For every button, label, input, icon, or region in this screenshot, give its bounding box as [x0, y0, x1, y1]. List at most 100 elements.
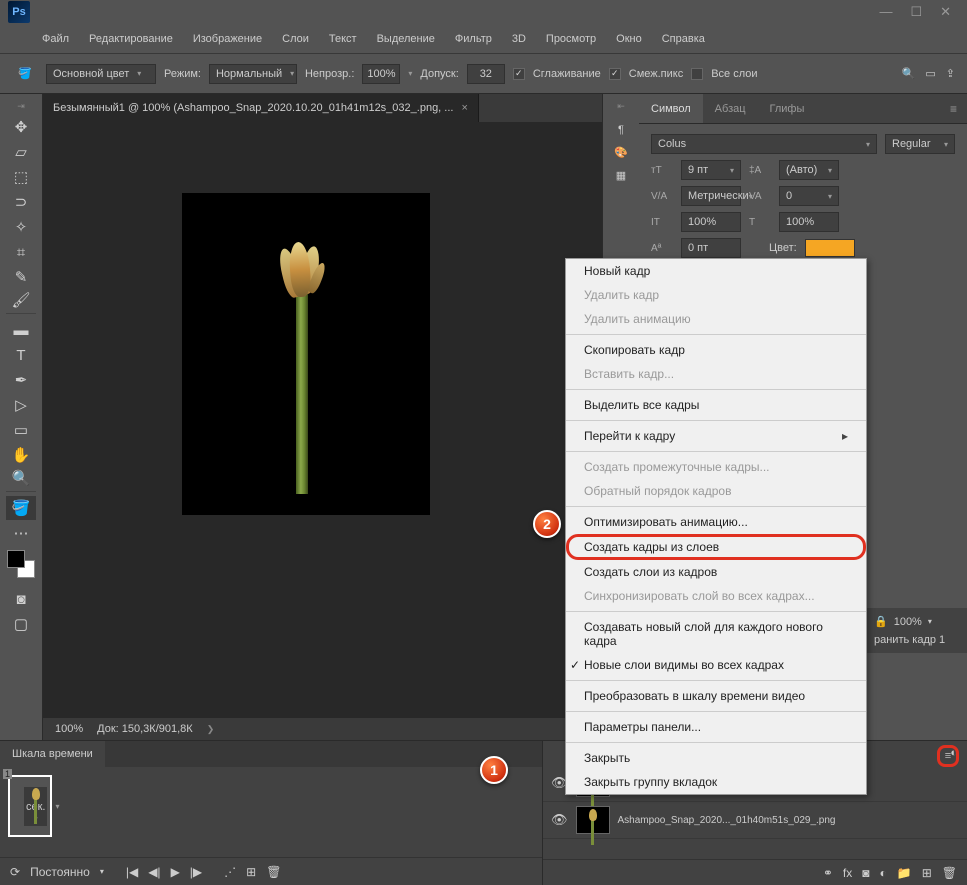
visibility-icon[interactable]: 👁	[551, 812, 568, 828]
opacity-input[interactable]: 100%	[362, 64, 400, 84]
menu-item[interactable]: Создавать новый слой для каждого нового …	[566, 615, 866, 653]
close-icon[interactable]: ✕	[940, 4, 951, 20]
close-tab-icon[interactable]: ×	[461, 102, 467, 114]
menu-text[interactable]: Текст	[321, 29, 365, 49]
menu-help[interactable]: Справка	[654, 29, 713, 49]
new-frame-icon[interactable]: ⊞	[246, 865, 256, 879]
lasso-tool[interactable]: ⊃	[6, 190, 36, 214]
menu-item[interactable]: Преобразовать в шкалу времени видео	[566, 684, 866, 708]
search-icon[interactable]: 🔍	[902, 67, 916, 80]
timeline-menu-button[interactable]: ≡	[937, 745, 959, 767]
hand-tool[interactable]: ✋	[6, 443, 36, 467]
loop-icon[interactable]: ⟳	[10, 865, 20, 879]
menu-item[interactable]: Перейти к кадру	[566, 424, 866, 448]
eyedropper-tool[interactable]: ✎	[6, 265, 36, 289]
delete-layer-icon[interactable]: 🗑	[942, 866, 957, 880]
menu-item[interactable]: Скопировать кадр	[566, 338, 866, 362]
brush-tool[interactable]: 🖌	[6, 290, 36, 314]
crop-tool[interactable]: ⌗	[6, 240, 36, 264]
menu-select[interactable]: Выделение	[369, 29, 443, 49]
share-icon[interactable]: ⇪	[946, 67, 955, 80]
marquee-tool[interactable]: ⬚	[6, 165, 36, 189]
delete-frame-icon[interactable]: 🗑	[266, 865, 281, 879]
menu-layers[interactable]: Слои	[274, 29, 317, 49]
path-select-tool[interactable]: ▷	[6, 393, 36, 417]
font-select[interactable]: Colus▾	[651, 134, 877, 154]
first-frame-icon[interactable]: |◀	[126, 865, 138, 879]
menu-item[interactable]: Новый кадр	[566, 259, 866, 283]
tab-character[interactable]: Символ	[639, 94, 703, 123]
bucket-icon[interactable]: 🪣	[12, 61, 38, 87]
menu-item[interactable]: Закрыть группу вкладок	[566, 770, 866, 794]
collapse-panels-icon[interactable]: ⇤	[603, 98, 639, 114]
color-panel-icon[interactable]: 🎨	[614, 146, 628, 159]
magic-wand-tool[interactable]: ✧	[6, 215, 36, 239]
menu-item[interactable]: Выделить все кадры	[566, 393, 866, 417]
bucket-tool[interactable]: 🪣	[6, 496, 36, 520]
menu-item[interactable]: Оптимизировать анимацию...	[566, 510, 866, 534]
tolerance-input[interactable]: 32	[467, 64, 505, 84]
zoom-tool[interactable]: 🔍	[6, 468, 36, 492]
menu-edit[interactable]: Редактирование	[81, 29, 181, 49]
baseline-input[interactable]: 0 пт	[681, 238, 741, 258]
collapse-tools-icon[interactable]: ⇥	[0, 98, 42, 114]
layer-thumbnail[interactable]	[576, 806, 610, 834]
all-layers-checkbox[interactable]	[691, 68, 703, 80]
mask-icon[interactable]: ◙	[862, 866, 869, 880]
timeline-frame-1[interactable]: 1 0 сек. ▾	[8, 775, 52, 837]
menu-item[interactable]: Создать слои из кадров	[566, 560, 866, 584]
hscale-input[interactable]: 100%	[779, 212, 839, 232]
menu-window[interactable]: Окно	[608, 29, 650, 49]
font-size-select[interactable]: 9 пт▾	[681, 160, 741, 180]
quickmask-icon[interactable]: ◙	[6, 587, 36, 611]
screenmode-icon[interactable]: ▢	[6, 612, 36, 636]
text-color-swatch[interactable]	[805, 239, 855, 257]
menu-item[interactable]: Закрыть	[566, 746, 866, 770]
menu-image[interactable]: Изображение	[185, 29, 270, 49]
color-swatches[interactable]	[7, 550, 35, 578]
kerning-select[interactable]: Метрически▾	[681, 186, 741, 206]
prev-frame-icon[interactable]: ◀|	[148, 865, 160, 879]
workspace-icon[interactable]: ▭	[925, 67, 935, 80]
gradient-tool[interactable]: ▬	[6, 318, 36, 342]
menu-file[interactable]: Файл	[34, 29, 77, 49]
lock-icon[interactable]: 🔒	[874, 615, 888, 628]
tab-paragraph[interactable]: Абзац	[703, 94, 758, 123]
maximize-icon[interactable]: ☐	[910, 4, 922, 20]
loop-select[interactable]: Постоянно	[30, 865, 90, 879]
tween-icon[interactable]: ⋰	[224, 865, 236, 879]
menu-item[interactable]: Параметры панели...	[566, 715, 866, 739]
vscale-input[interactable]: 100%	[681, 212, 741, 232]
font-style-select[interactable]: Regular▾	[885, 134, 955, 154]
menu-3d[interactable]: 3D	[504, 29, 534, 49]
new-layer-icon[interactable]: ⊞	[922, 866, 932, 880]
pen-tool[interactable]: ✒	[6, 368, 36, 392]
adjustment-icon[interactable]: ◐	[880, 866, 887, 880]
shape-tool[interactable]: ▭	[6, 418, 36, 442]
fx-icon[interactable]: fx	[843, 866, 852, 880]
foreground-swatch[interactable]	[7, 550, 25, 568]
next-frame-icon[interactable]: |▶	[190, 865, 202, 879]
document-tab[interactable]: Безымянный1 @ 100% (Ashampoo_Snap_2020.1…	[43, 94, 479, 122]
tab-glyphs[interactable]: Глифы	[758, 94, 817, 123]
move-tool[interactable]: ✥	[6, 115, 36, 139]
zoom-level[interactable]: 100%	[55, 723, 83, 735]
contiguous-checkbox[interactable]: ✓	[609, 68, 621, 80]
artboard-tool[interactable]: ▱	[6, 140, 36, 164]
tracking-select[interactable]: 0▾	[779, 186, 839, 206]
dots-tool[interactable]: ⋯	[6, 521, 36, 545]
type-tool[interactable]: T	[6, 343, 36, 367]
play-icon[interactable]: ▶	[171, 865, 180, 879]
panel-menu-icon[interactable]: ≡	[940, 102, 967, 116]
paragraph-panel-icon[interactable]: ¶	[618, 124, 624, 136]
fill-source-select[interactable]: Основной цвет	[46, 64, 156, 84]
mode-select[interactable]: Нормальный	[209, 64, 297, 84]
tab-timeline[interactable]: Шкала времени	[0, 741, 105, 767]
leading-select[interactable]: (Авто)▾	[779, 160, 839, 180]
link-layers-icon[interactable]: ⚭	[823, 866, 833, 880]
menu-filter[interactable]: Фильтр	[447, 29, 500, 49]
group-icon[interactable]: 📁	[897, 866, 912, 880]
minimize-icon[interactable]: —	[879, 4, 892, 20]
menu-item[interactable]: Создать кадры из слоев	[566, 534, 866, 560]
menu-view[interactable]: Просмотр	[538, 29, 604, 49]
